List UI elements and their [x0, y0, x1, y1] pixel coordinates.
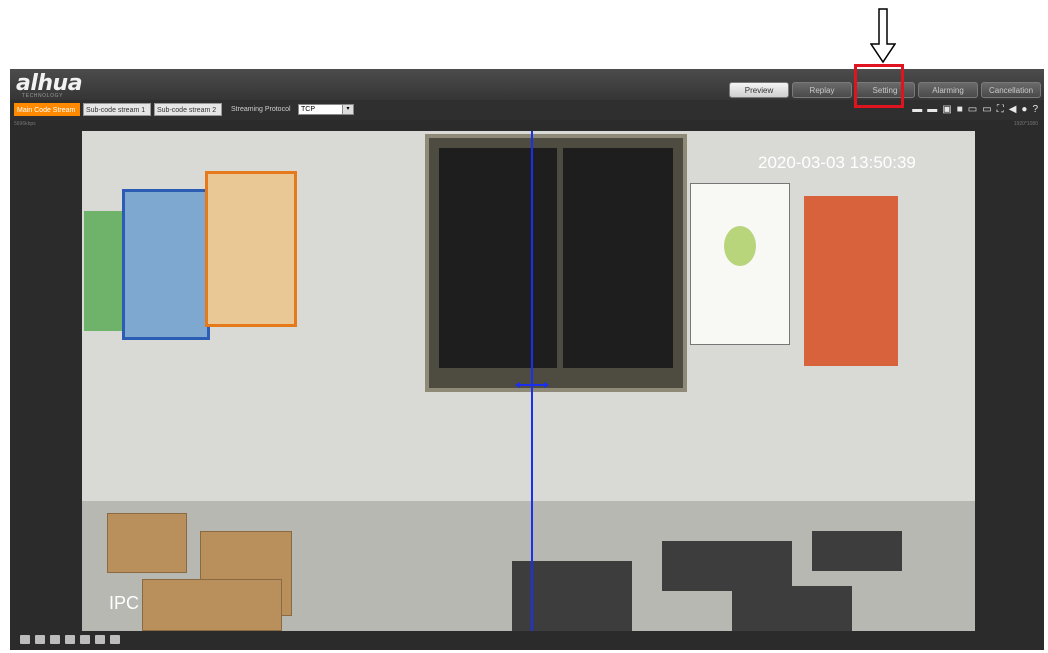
tab-preview[interactable]: Preview: [729, 82, 789, 98]
protocol-value: TCP: [301, 106, 315, 113]
microphone-icon[interactable]: ●: [1021, 104, 1027, 116]
protocol-select[interactable]: TCP ▾: [298, 104, 354, 115]
triangle-icon[interactable]: [20, 635, 30, 644]
window-icon[interactable]: ■: [957, 104, 963, 116]
wall-poster: [122, 189, 210, 340]
floor-tile: [662, 541, 792, 591]
channel-label: IPC: [109, 593, 140, 613]
fit-icon[interactable]: [65, 635, 75, 644]
double-arrow-icon[interactable]: [515, 382, 549, 388]
floor-tile: [732, 586, 852, 631]
bitrate-readout: 5696kbps: [14, 121, 36, 127]
ptz-icon[interactable]: [95, 635, 105, 644]
brand-logo-subtitle: TECHNOLOGY: [22, 93, 64, 99]
expand-icon[interactable]: [110, 635, 120, 644]
image-adjust-icon[interactable]: ▭: [968, 104, 977, 116]
fullscreen-icon[interactable]: ⛶: [997, 104, 1004, 116]
resolution-readout: 1920*1080: [1013, 121, 1038, 127]
floor-tile: [812, 531, 902, 571]
guide-line[interactable]: [531, 131, 533, 631]
toolbar-icons: ▬ ▬ ▣ ■ ▭ ▭ ⛶ ◀ ● ?: [912, 104, 1038, 116]
wall-poster: [205, 171, 297, 327]
wall-poster: [804, 196, 898, 366]
ratio-icon[interactable]: [35, 635, 45, 644]
cardboard-box: [107, 513, 187, 573]
down-arrow-annotation-icon: [870, 8, 896, 64]
sub-stream-2-button[interactable]: Sub-code stream 2: [154, 103, 222, 116]
grid-icon[interactable]: ▬: [927, 104, 937, 116]
protocol-label: Streaming Protocol: [231, 106, 291, 113]
setting-highlight-box: [854, 64, 904, 108]
window: [425, 134, 687, 392]
bottom-bar: [10, 631, 1044, 650]
window-pane: [563, 148, 673, 368]
split-view-icon[interactable]: ▬: [912, 104, 922, 116]
floor-tile: [512, 561, 632, 631]
fisheye-icon[interactable]: [80, 635, 90, 644]
tab-replay[interactable]: Replay: [792, 82, 852, 98]
cardboard-box: [142, 579, 282, 631]
window-pane: [439, 148, 557, 368]
zoom-icon[interactable]: [50, 635, 60, 644]
tab-alarming[interactable]: Alarming: [918, 82, 978, 98]
main-stream-button[interactable]: Main Code Stream: [14, 103, 80, 116]
help-icon[interactable]: ?: [1032, 104, 1038, 116]
web-client: alhua TECHNOLOGY Preview Replay Setting …: [10, 69, 1044, 650]
snapshot-icon[interactable]: ▣: [942, 104, 951, 116]
record-icon[interactable]: ▭: [982, 104, 991, 116]
chevron-down-icon: ▾: [342, 105, 353, 114]
bottom-icons: [20, 635, 120, 644]
live-video[interactable]: 2020-03-03 13:50:39 IPC: [82, 131, 975, 631]
video-timestamp: 2020-03-03 13:50:39: [758, 153, 916, 172]
wall-poster: [84, 211, 122, 331]
sub-stream-1-button[interactable]: Sub-code stream 1: [83, 103, 151, 116]
tab-cancellation[interactable]: Cancellation: [981, 82, 1041, 98]
audio-icon[interactable]: ◀: [1009, 104, 1017, 116]
tree-poster-art: [724, 226, 756, 266]
